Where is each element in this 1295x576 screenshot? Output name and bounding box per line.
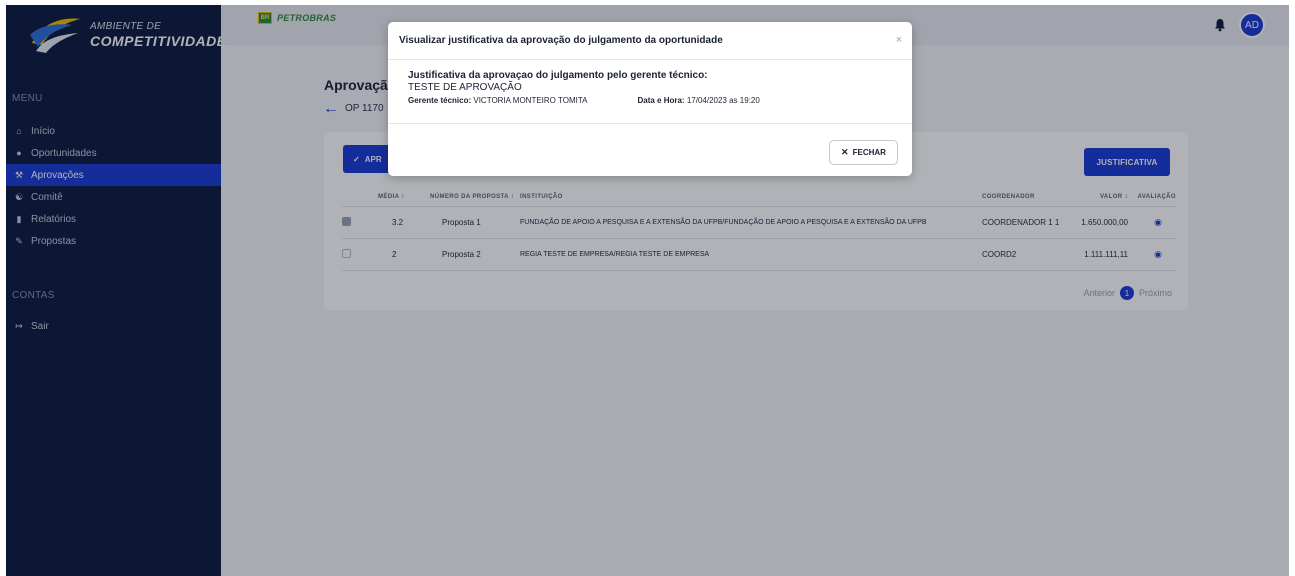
modal-body: Justificativa da aprovaçao do julgamento…: [388, 60, 912, 124]
justification-modal: Visualizar justificativa da aprovação do…: [388, 22, 912, 176]
close-x-icon: ✕: [841, 147, 849, 157]
justification-heading: Justificativa da aprovaçao do julgamento…: [408, 70, 708, 81]
close-button-label: FECHAR: [852, 148, 886, 157]
close-icon[interactable]: ×: [896, 34, 902, 46]
justification-text: TESTE DE APROVAÇÃO: [408, 82, 522, 93]
app-frame: AMBIENTE DE COMPETITIVIDADE MENU ⌂ Iníci…: [6, 5, 1289, 576]
modal-title: Visualizar justificativa da aprovação do…: [399, 35, 723, 46]
close-button[interactable]: ✕ FECHAR: [829, 140, 898, 165]
date-info: Data e Hora: 17/04/2023 as 19:20: [637, 96, 760, 105]
manager-info: Gerente técnico: VICTORIA MONTEIRO TOMIT…: [408, 96, 588, 105]
modal-header: Visualizar justificativa da aprovação do…: [388, 22, 912, 60]
justification-meta: Gerente técnico: VICTORIA MONTEIRO TOMIT…: [408, 96, 912, 105]
